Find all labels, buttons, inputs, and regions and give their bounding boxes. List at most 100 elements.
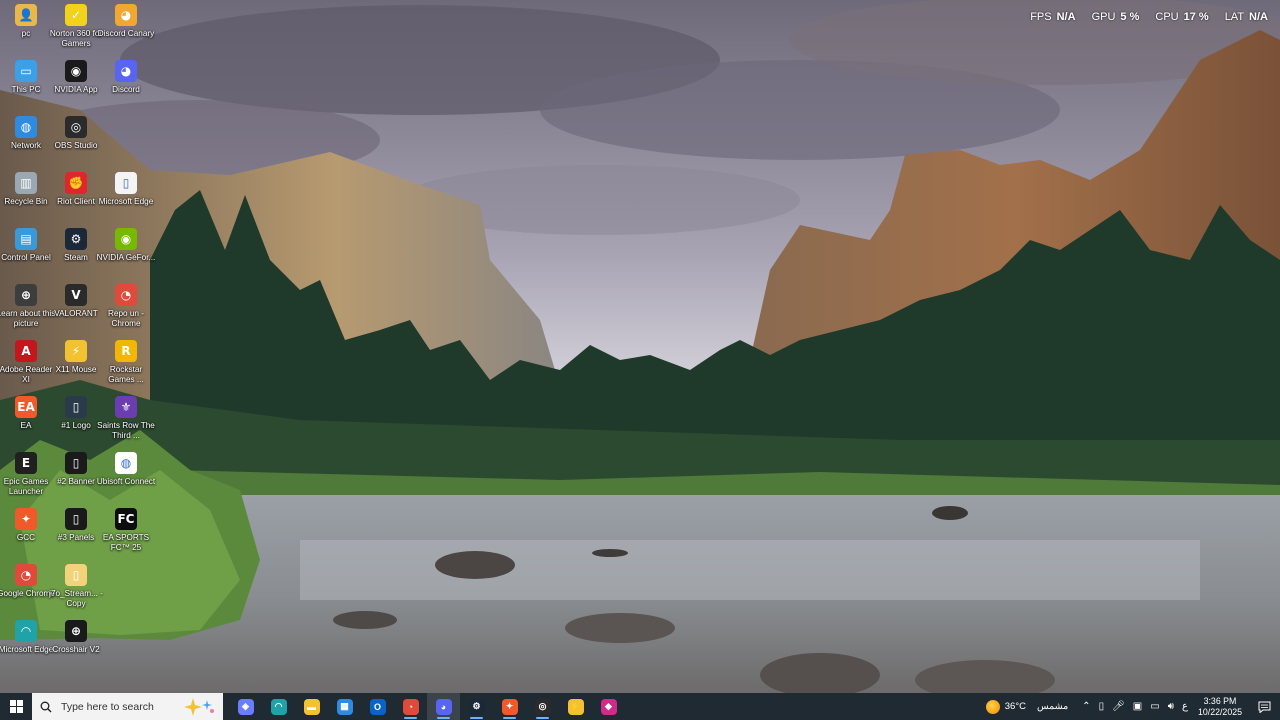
ea-sports-fc-icon: FC — [115, 508, 137, 530]
desktop-shortcut[interactable]: ▯ #1 Logo — [50, 396, 102, 431]
desktop-shortcut[interactable]: ◎ OBS Studio — [50, 116, 102, 151]
stream-folder-icon: ▯ — [65, 564, 87, 586]
desktop-shortcut[interactable]: ▯ Microsoft Edge — [99, 172, 153, 207]
desktop-shortcut[interactable]: R Rockstar Games ... — [100, 340, 152, 385]
desktop-shortcut-label: NVIDIA GeFor... — [96, 253, 156, 262]
logo-file-icon: ▯ — [65, 396, 87, 418]
taskbar-search-box[interactable]: Type here to search — [32, 693, 223, 720]
show-hidden-icons-chevron-icon[interactable]: ⌃ — [1082, 701, 1090, 712]
fps-readout: FPS N/A — [1030, 11, 1075, 23]
desktop-shortcut[interactable]: 👤 pc — [0, 4, 52, 39]
desktop-shortcut-label: Discord — [112, 85, 140, 94]
desktop-shortcut[interactable]: ⊕ Learn about this picture — [0, 284, 55, 329]
this-pc-icon: ▭ — [15, 60, 37, 82]
desktop-shortcut[interactable]: E Epic Games Launcher — [0, 452, 52, 497]
desktop-shortcut[interactable]: ▯ #3 Panels — [50, 508, 102, 543]
taskbar-app-button[interactable]: ◆ — [592, 693, 625, 720]
taskbar-app-button[interactable]: ⚙ — [460, 693, 493, 720]
desktop-shortcut[interactable]: ✊ Riot Client — [50, 172, 102, 207]
taskbar-app-button[interactable]: ◠ — [262, 693, 295, 720]
taskbar-app-button[interactable]: ◔ — [394, 693, 427, 720]
desktop-shortcut[interactable]: EA EA — [0, 396, 52, 431]
desktop-shortcut-label: j7o_Stream... - Copy — [49, 589, 103, 608]
fps-value: N/A — [1056, 11, 1076, 23]
latency-label: LAT — [1224, 11, 1245, 23]
desktop-shortcut[interactable]: ◔ Repo un - Chrome — [100, 284, 152, 329]
desktop-shortcut[interactable]: V VALORANT — [50, 284, 102, 319]
desktop-shortcut[interactable]: ◔ Google Chrome — [0, 564, 55, 599]
taskbar-app-button[interactable]: O — [361, 693, 394, 720]
control-panel-icon: ▤ — [15, 228, 37, 250]
taskbar-app-button[interactable]: ▦ — [328, 693, 361, 720]
ubisoft-icon: ◍ — [115, 452, 137, 474]
network-icon: ◍ — [15, 116, 37, 138]
weather-widget[interactable]: 36°C مشمس — [985, 699, 1069, 714]
taskbar-app-button[interactable]: ◎ — [526, 693, 559, 720]
search-highlight-sparkle-icon — [184, 698, 214, 716]
desktop-shortcut[interactable]: ◕ Discord Canary — [98, 4, 154, 39]
epic-games-icon: E — [15, 452, 37, 474]
valorant-icon: V — [65, 284, 87, 306]
microphone-icon[interactable]: 🎤︎ — [1112, 701, 1125, 712]
cpu-label: CPU — [1155, 11, 1179, 23]
gpu-value: 5 % — [1120, 11, 1140, 23]
cpu-value: 17 % — [1183, 11, 1209, 23]
desktop-shortcut[interactable]: FC EA SPORTS FC™ 25 — [100, 508, 152, 553]
notification-icon — [1258, 701, 1270, 713]
chrome-taskbar-icon: ◔ — [402, 698, 419, 715]
network-tray-icon[interactable]: ▭ — [1150, 701, 1159, 712]
weather-description: مشمس — [1037, 701, 1069, 712]
steam-taskbar-icon: ⚙ — [468, 698, 485, 715]
riot-client-icon: ✊ — [65, 172, 87, 194]
desktop-shortcut-label: Saints Row The Third ... — [97, 421, 155, 440]
desktop-shortcut[interactable]: ◉ NVIDIA App — [50, 60, 102, 95]
language-indicator[interactable]: ع — [1182, 701, 1188, 712]
windows-logo-icon — [9, 700, 23, 713]
desktop-shortcut[interactable]: ◠ Microsoft Edge — [0, 620, 53, 655]
file-explorer-taskbar-icon: ▬ — [303, 698, 320, 715]
user-folder-icon: 👤 — [15, 4, 37, 26]
desktop-shortcut[interactable]: ◉ NVIDIA GeFor... — [97, 228, 155, 263]
desktop-shortcut[interactable]: ⚜ Saints Row The Third ... — [97, 396, 155, 441]
desktop-shortcut-label: OBS Studio — [54, 141, 98, 150]
input-indicator-icon[interactable]: ▣ — [1133, 701, 1142, 712]
desktop-shortcut[interactable]: ▯ j7o_Stream... - Copy — [49, 564, 103, 609]
google-chrome-icon: ◔ — [15, 564, 37, 586]
desktop-shortcut[interactable]: ▭ This PC — [0, 60, 52, 95]
desktop-shortcut[interactable]: ◕ Discord — [100, 60, 152, 95]
latency-value: N/A — [1249, 11, 1268, 23]
desktop-shortcut[interactable]: ✓ Norton 360 for Gamers — [50, 4, 102, 49]
volume-icon[interactable]: 🔊︎ — [1168, 701, 1174, 712]
taskbar-app-button[interactable]: ▬ — [295, 693, 328, 720]
taskbar-app-list: ◈ ◠ ▬ ▦ O ◔ ◕ ⚙ ✦ ◎ ⚡ ◆ — [229, 693, 625, 720]
desktop-shortcut[interactable]: ⚙ Steam — [50, 228, 102, 263]
outlook-taskbar-icon: O — [369, 698, 386, 715]
desktop-shortcut[interactable]: ✦ GCC — [0, 508, 52, 543]
desktop-shortcut[interactable]: ◍ Network — [0, 116, 52, 151]
desktop-shortcut[interactable]: ⚡ X11 Mouse — [50, 340, 102, 375]
crosshair-icon: ⊕ — [65, 620, 87, 642]
display-icon[interactable]: ▯ — [1099, 701, 1105, 712]
latency-readout: LAT N/A — [1225, 11, 1268, 23]
desktop-shortcut[interactable]: ◍ Ubisoft Connect — [97, 452, 155, 487]
taskbar-app-button[interactable]: ⚡ — [559, 693, 592, 720]
desktop-shortcut-label: Ubisoft Connect — [96, 477, 156, 486]
copilot-taskbar-icon: ◈ — [237, 698, 254, 715]
sunny-weather-icon — [985, 699, 1000, 714]
nvidia-app-icon: ◉ — [65, 60, 87, 82]
desktop-shortcut[interactable]: ⊕ Crosshair V2 — [50, 620, 102, 655]
obs-taskbar-icon: ◎ — [534, 698, 551, 715]
taskbar-clock[interactable]: 3:36 PM 10/22/2025 — [1198, 696, 1242, 718]
desktop-shortcut[interactable]: A Adobe Reader XI — [0, 340, 52, 385]
panels-file-icon: ▯ — [65, 508, 87, 530]
desktop-shortcut[interactable]: ▥ Recycle Bin — [0, 172, 52, 207]
desktop-shortcut[interactable]: ▤ Control Panel — [0, 228, 52, 263]
desktop-shortcut[interactable]: ▯ #2 Banner — [50, 452, 102, 487]
app-taskbar-icon: ◆ — [600, 698, 617, 715]
desktop-shortcut-label: Rockstar Games ... — [108, 365, 144, 384]
taskbar-app-button[interactable]: ✦ — [493, 693, 526, 720]
start-button[interactable] — [0, 693, 32, 720]
notification-center-button[interactable] — [1254, 701, 1274, 713]
taskbar-app-button[interactable]: ◕ — [427, 693, 460, 720]
taskbar-app-button[interactable]: ◈ — [229, 693, 262, 720]
